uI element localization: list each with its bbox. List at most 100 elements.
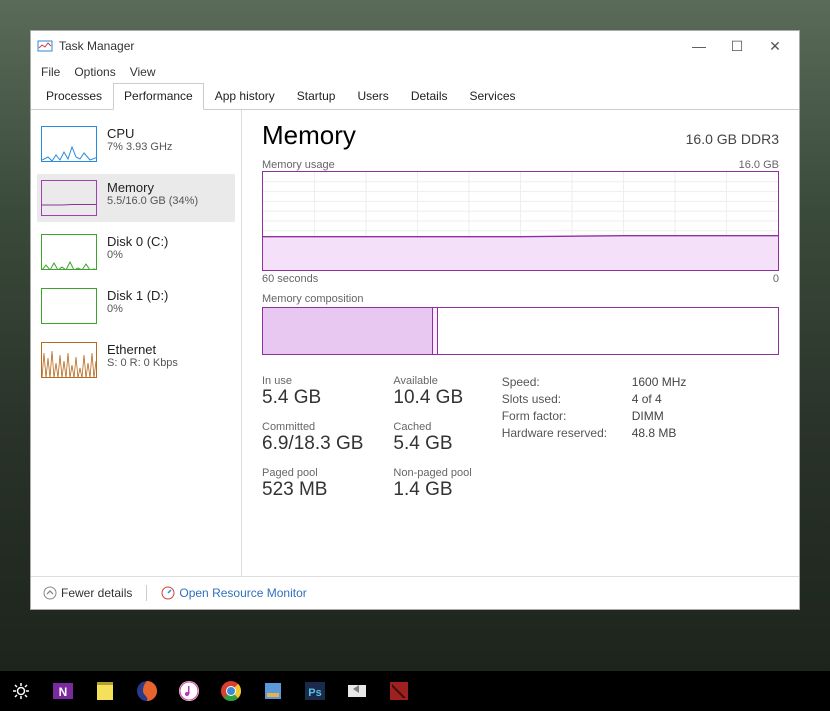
resource-monitor-icon bbox=[161, 586, 175, 600]
stats-right: Speed:1600 MHz Slots used:4 of 4 Form fa… bbox=[502, 375, 687, 511]
detail-reserved: Hardware reserved:48.8 MB bbox=[502, 426, 687, 440]
maximize-button[interactable]: ☐ bbox=[727, 38, 747, 55]
disk0-title: Disk 0 (C:) bbox=[107, 234, 168, 249]
memory-mini-graph bbox=[41, 180, 97, 216]
composition-bar bbox=[262, 307, 779, 355]
tab-details[interactable]: Details bbox=[400, 83, 459, 109]
ethernet-sub: S: 0 R: 0 Kbps bbox=[107, 357, 178, 369]
stats-area: In use 5.4 GB Available 10.4 GB Committe… bbox=[262, 375, 779, 511]
app-icon-2[interactable] bbox=[342, 676, 372, 706]
tab-processes[interactable]: Processes bbox=[35, 83, 113, 109]
available-value: 10.4 GB bbox=[393, 387, 471, 409]
memory-text: Memory 5.5/16.0 GB (34%) bbox=[107, 180, 198, 207]
comp-standby bbox=[438, 308, 778, 354]
detail-speed: Speed:1600 MHz bbox=[502, 375, 687, 389]
cached-label: Cached bbox=[393, 421, 471, 433]
onenote-icon[interactable]: N bbox=[48, 676, 78, 706]
window-controls: — ☐ ✕ bbox=[689, 38, 793, 55]
notes-icon[interactable] bbox=[90, 676, 120, 706]
stats-left: In use 5.4 GB Available 10.4 GB Committe… bbox=[262, 375, 472, 511]
minimize-button[interactable]: — bbox=[689, 38, 709, 55]
sidebar-item-cpu[interactable]: CPU 7% 3.93 GHz bbox=[37, 120, 235, 168]
memory-sub: 5.5/16.0 GB (34%) bbox=[107, 195, 198, 207]
committed-label: Committed bbox=[262, 421, 363, 433]
dota-icon[interactable] bbox=[384, 676, 414, 706]
sidebar-item-ethernet[interactable]: Ethernet S: 0 R: 0 Kbps bbox=[37, 336, 235, 384]
disk0-text: Disk 0 (C:) 0% bbox=[107, 234, 168, 261]
disk0-sub: 0% bbox=[107, 249, 168, 261]
sidebar-item-disk0[interactable]: Disk 0 (C:) 0% bbox=[37, 228, 235, 276]
cpu-title: CPU bbox=[107, 126, 172, 141]
chevron-up-icon bbox=[43, 586, 57, 600]
memory-title: Memory bbox=[107, 180, 198, 195]
disk1-mini-graph bbox=[41, 288, 97, 324]
settings-icon[interactable] bbox=[6, 676, 36, 706]
disk1-sub: 0% bbox=[107, 303, 168, 315]
tab-services[interactable]: Services bbox=[459, 83, 527, 109]
disk1-title: Disk 1 (D:) bbox=[107, 288, 168, 303]
footer: Fewer details Open Resource Monitor bbox=[31, 576, 799, 609]
chart-xscale: 60 seconds 0 bbox=[262, 273, 779, 285]
tab-startup[interactable]: Startup bbox=[286, 83, 347, 109]
open-resource-monitor-link[interactable]: Open Resource Monitor bbox=[161, 586, 306, 600]
tab-app-history[interactable]: App history bbox=[204, 83, 286, 109]
detail-slots: Slots used:4 of 4 bbox=[502, 392, 687, 406]
photoshop-icon[interactable]: Ps bbox=[300, 676, 330, 706]
disk1-text: Disk 1 (D:) 0% bbox=[107, 288, 168, 315]
paged-label: Paged pool bbox=[262, 467, 363, 479]
available-label: Available bbox=[393, 375, 471, 387]
ethernet-mini-graph bbox=[41, 342, 97, 378]
ethernet-title: Ethernet bbox=[107, 342, 178, 357]
close-button[interactable]: ✕ bbox=[765, 38, 785, 55]
chart-label-right: 16.0 GB bbox=[739, 159, 779, 171]
main-panel: Memory 16.0 GB DDR3 Memory usage 16.0 GB bbox=[241, 110, 799, 576]
firefox-icon[interactable] bbox=[132, 676, 162, 706]
menu-view[interactable]: View bbox=[130, 65, 156, 79]
itunes-icon[interactable] bbox=[174, 676, 204, 706]
menu-file[interactable]: File bbox=[41, 65, 60, 79]
cached-value: 5.4 GB bbox=[393, 433, 471, 455]
main-header: Memory 16.0 GB DDR3 bbox=[262, 120, 779, 151]
window-title: Task Manager bbox=[59, 39, 134, 53]
separator bbox=[146, 585, 147, 601]
sidebar-item-memory[interactable]: Memory 5.5/16.0 GB (34%) bbox=[37, 174, 235, 222]
disk0-mini-graph bbox=[41, 234, 97, 270]
tab-users[interactable]: Users bbox=[346, 83, 399, 109]
nonpaged-label: Non-paged pool bbox=[393, 467, 471, 479]
fewer-details-button[interactable]: Fewer details bbox=[43, 586, 132, 600]
perf-sidebar: CPU 7% 3.93 GHz Memory 5.5/16.0 GB (34%) bbox=[31, 110, 241, 576]
chart-label-left: Memory usage bbox=[262, 159, 335, 171]
cpu-mini-graph bbox=[41, 126, 97, 162]
page-title: Memory bbox=[262, 120, 356, 151]
comp-in-use bbox=[263, 308, 433, 354]
tabbar: Processes Performance App history Startu… bbox=[31, 83, 799, 110]
nonpaged-value: 1.4 GB bbox=[393, 479, 471, 501]
titlebar: Task Manager — ☐ ✕ bbox=[31, 31, 799, 61]
content-area: CPU 7% 3.93 GHz Memory 5.5/16.0 GB (34%) bbox=[31, 110, 799, 576]
app-icon-1[interactable] bbox=[258, 676, 288, 706]
menubar: File Options View bbox=[31, 61, 799, 83]
menu-options[interactable]: Options bbox=[74, 65, 115, 79]
composition-label: Memory composition bbox=[262, 293, 779, 305]
svg-text:N: N bbox=[59, 685, 68, 699]
cpu-text: CPU 7% 3.93 GHz bbox=[107, 126, 172, 153]
chart-label-row: Memory usage 16.0 GB bbox=[262, 159, 779, 171]
svg-text:Ps: Ps bbox=[308, 687, 321, 699]
tab-performance[interactable]: Performance bbox=[113, 83, 204, 110]
in-use-value: 5.4 GB bbox=[262, 387, 363, 409]
in-use-label: In use bbox=[262, 375, 363, 387]
task-manager-window: Task Manager — ☐ ✕ File Options View Pro… bbox=[30, 30, 800, 610]
memory-usage-chart bbox=[262, 171, 779, 271]
memory-summary: 16.0 GB DDR3 bbox=[686, 131, 779, 147]
task-manager-icon bbox=[37, 38, 53, 54]
detail-form: Form factor:DIMM bbox=[502, 409, 687, 423]
xscale-right: 0 bbox=[773, 273, 779, 285]
sidebar-item-disk1[interactable]: Disk 1 (D:) 0% bbox=[37, 282, 235, 330]
xscale-left: 60 seconds bbox=[262, 273, 318, 285]
chrome-icon[interactable] bbox=[216, 676, 246, 706]
ethernet-text: Ethernet S: 0 R: 0 Kbps bbox=[107, 342, 178, 369]
committed-value: 6.9/18.3 GB bbox=[262, 433, 363, 455]
taskbar: N Ps bbox=[0, 671, 830, 711]
paged-value: 523 MB bbox=[262, 479, 363, 501]
cpu-sub: 7% 3.93 GHz bbox=[107, 141, 172, 153]
